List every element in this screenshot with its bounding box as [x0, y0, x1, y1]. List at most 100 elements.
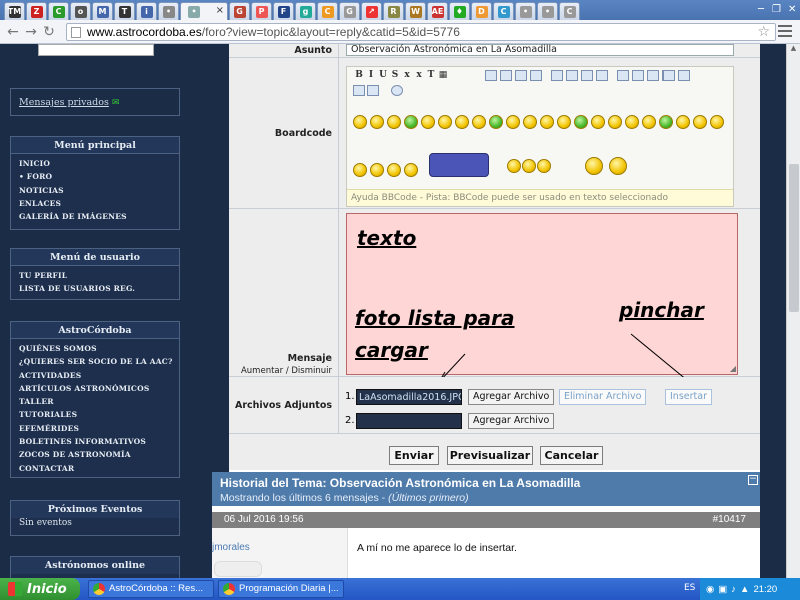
private-messages-link[interactable]: Mensajes privados	[19, 97, 109, 108]
smiley-icon[interactable]	[693, 115, 707, 129]
cancel-button[interactable]: Cancelar	[540, 446, 603, 465]
browser-tab-m0[interactable]: G	[229, 2, 250, 20]
format-button-4[interactable]: x	[401, 69, 413, 81]
toolbar-icon[interactable]	[596, 70, 608, 81]
browser-tab-m13[interactable]: •	[515, 2, 536, 20]
browser-menu-icon[interactable]	[778, 25, 792, 37]
toolbar-icon[interactable]	[551, 70, 563, 81]
smiley-icon[interactable]	[370, 115, 384, 129]
browser-tab-m2[interactable]: F	[273, 2, 294, 20]
smiley-icon[interactable]	[710, 115, 724, 129]
resize-handle[interactable]: ◢	[730, 364, 736, 373]
browser-tab-m15[interactable]: C	[559, 2, 580, 20]
smiley-icon[interactable]	[507, 159, 521, 173]
toolbar-icon[interactable]	[566, 70, 578, 81]
smiley-icon[interactable]	[608, 115, 622, 129]
wifi-icon[interactable]: ▲	[740, 584, 749, 595]
astro-menu-item-4[interactable]: TALLER	[19, 395, 179, 408]
toolbar-icon[interactable]	[678, 70, 690, 81]
smiley-icon[interactable]	[557, 115, 571, 129]
browser-tab-m11[interactable]: D	[471, 2, 492, 20]
page-scrollbar[interactable]: ▲	[786, 44, 800, 578]
smiley-icon[interactable]	[676, 115, 690, 129]
smiley-icon[interactable]	[472, 115, 486, 129]
smiley-icon[interactable]	[506, 115, 520, 129]
add-file-button-1[interactable]: Agregar Archivo	[468, 389, 555, 405]
browser-tab-2[interactable]: C	[48, 2, 69, 20]
close-window-button[interactable]: ✕	[788, 2, 796, 16]
forward-button[interactable]: →	[22, 23, 40, 41]
collapse-icon[interactable]: −	[748, 475, 758, 485]
smiley-icon[interactable]	[540, 115, 554, 129]
smiley-icon[interactable]	[642, 115, 656, 129]
scroll-up-icon[interactable]: ▲	[787, 44, 800, 56]
astro-menu-item-1[interactable]: ¿QUIERES SER SOCIO DE LA AAC?	[19, 355, 179, 368]
smiley-icon[interactable]	[625, 115, 639, 129]
smiley-icon[interactable]	[522, 159, 536, 173]
browser-tab-m10[interactable]: ♦	[449, 2, 470, 20]
sofa-smiley-icon[interactable]	[429, 153, 489, 177]
browser-tab-6[interactable]: i	[136, 2, 157, 20]
network-icon[interactable]: ▣	[718, 584, 727, 595]
browser-tab-active[interactable]: • ×	[180, 2, 228, 20]
resize-links[interactable]: Aumentar / Disminuir	[241, 366, 332, 376]
format-button-0[interactable]: B	[353, 69, 365, 81]
toolbar-icon[interactable]	[530, 70, 542, 81]
browser-tab-m1[interactable]: P	[251, 2, 272, 20]
browser-tab-4[interactable]: M	[92, 2, 113, 20]
astro-menu-item-7[interactable]: BOLETINES INFORMATIVOS	[19, 435, 179, 448]
smiley-icon[interactable]	[421, 115, 435, 129]
browser-tab-m14[interactable]: •	[537, 2, 558, 20]
browser-tab-m5[interactable]: G	[339, 2, 360, 20]
browser-tab-1[interactable]: Z	[26, 2, 47, 20]
preview-button[interactable]: Previsualizar	[447, 446, 533, 465]
toolbar-icon[interactable]	[647, 70, 659, 81]
post-number[interactable]: #10417	[713, 512, 746, 528]
smiley-icon[interactable]	[659, 115, 673, 129]
remove-file-button[interactable]: Eliminar Archivo	[559, 389, 647, 405]
format-button-6[interactable]: T	[425, 69, 437, 81]
astro-menu-item-5[interactable]: TUTORIALES	[19, 408, 179, 421]
format-button-1[interactable]: I	[365, 69, 377, 81]
bookmark-star-icon[interactable]: ☆	[757, 24, 770, 40]
help-icon[interactable]	[391, 85, 403, 96]
browser-tab-m4[interactable]: C	[317, 2, 338, 20]
subject-input[interactable]: Observación Astronómica en La Asomadilla	[346, 44, 734, 56]
smiley-icon[interactable]	[574, 115, 588, 129]
format-button-5[interactable]: x	[413, 69, 425, 81]
smiley-icon[interactable]	[353, 115, 367, 129]
scrollbar-thumb[interactable]	[789, 164, 799, 312]
toolbar-icon[interactable]	[500, 70, 512, 81]
post-author[interactable]: jmorales	[212, 542, 347, 553]
browser-tab-m12[interactable]: C	[493, 2, 514, 20]
clock[interactable]: 21:20	[753, 584, 777, 595]
volume-icon[interactable]: ♪	[731, 584, 736, 595]
user-menu-item-0[interactable]: TU PERFIL	[19, 269, 179, 282]
browser-tab-7[interactable]: •	[158, 2, 179, 20]
smiley-icon[interactable]	[353, 163, 367, 177]
start-button[interactable]: Inicio	[0, 578, 80, 600]
language-indicator[interactable]: ES	[684, 583, 695, 593]
smiley-icon[interactable]	[523, 115, 537, 129]
reload-button[interactable]: ↻	[40, 23, 58, 41]
astro-menu-item-2[interactable]: ACTIVIDADES	[19, 369, 179, 382]
smiley-icon[interactable]	[387, 115, 401, 129]
smiley-icon[interactable]	[455, 115, 469, 129]
astro-menu-item-0[interactable]: QUIÉNES SOMOS	[19, 342, 179, 355]
format-button-7[interactable]: ▦	[437, 69, 449, 81]
smiley-icon[interactable]	[609, 157, 627, 175]
toolbar-icon[interactable]	[663, 70, 675, 81]
smiley-icon[interactable]	[489, 115, 503, 129]
toolbar-icon[interactable]	[485, 70, 497, 81]
smiley-icon[interactable]	[370, 163, 384, 177]
task-astrocordoba[interactable]: AstroCórdoba :: Res...	[88, 580, 214, 598]
main-menu-item-2[interactable]: NOTICIAS	[19, 184, 179, 197]
toolbar-icon[interactable]	[581, 70, 593, 81]
tab-close-icon[interactable]: ×	[216, 5, 224, 16]
minimize-button[interactable]: ─	[758, 2, 764, 16]
format-button-2[interactable]: U	[377, 69, 389, 81]
main-menu-item-0[interactable]: INICIO	[19, 157, 179, 170]
smiley-icon[interactable]	[591, 115, 605, 129]
main-menu-item-1[interactable]: • FORO	[19, 170, 179, 183]
browser-tab-0[interactable]: TM	[4, 2, 25, 20]
